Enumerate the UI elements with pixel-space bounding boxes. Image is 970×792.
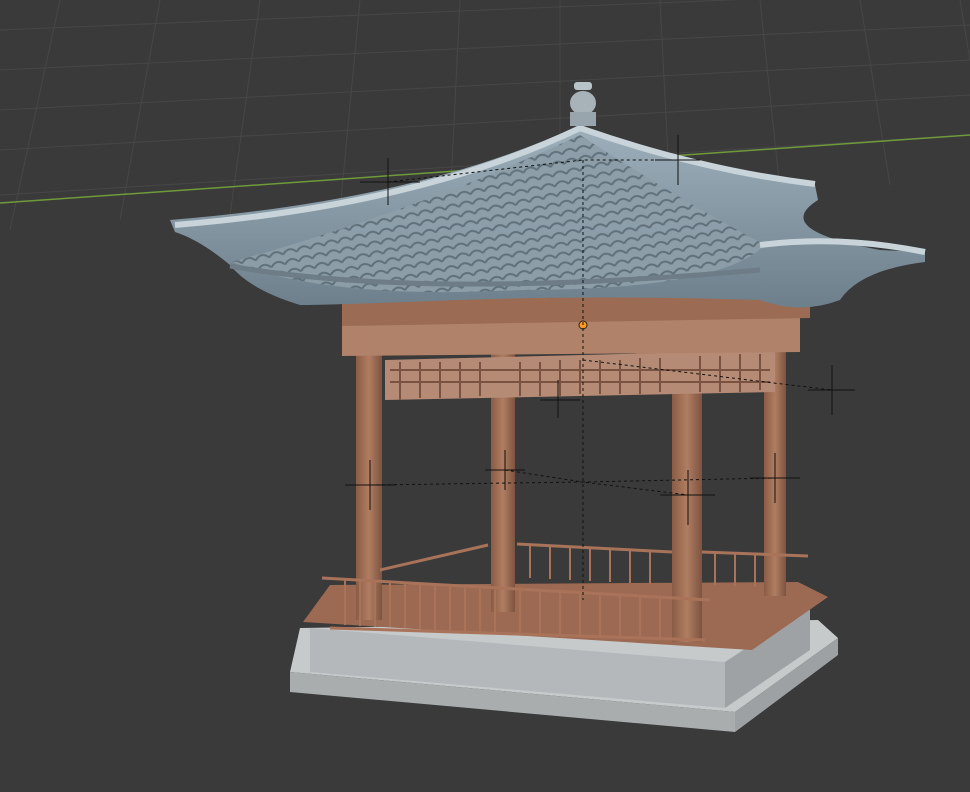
roof[interactable] xyxy=(170,124,926,308)
roof-finial[interactable] xyxy=(570,82,596,126)
carved-frieze[interactable] xyxy=(385,350,775,400)
scene-canvas[interactable] xyxy=(0,0,970,792)
3d-viewport[interactable] xyxy=(0,0,970,792)
